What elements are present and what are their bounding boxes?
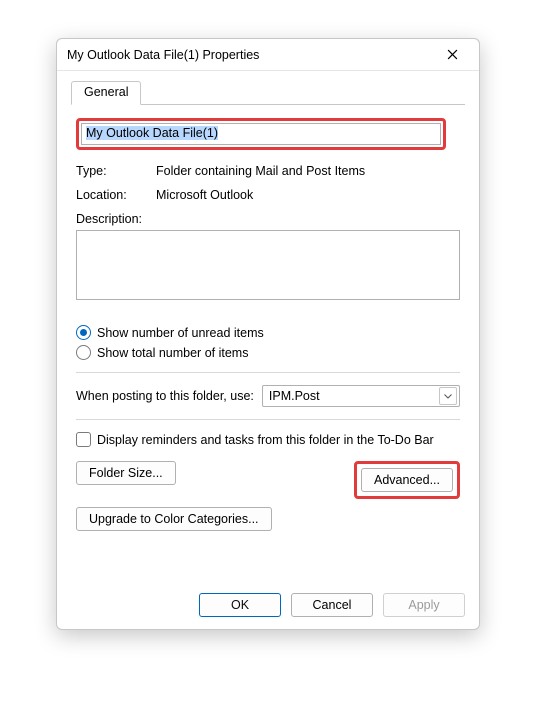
tab-page-general: My Outlook Data File(1) Type: Folder con… (71, 105, 465, 571)
apply-button[interactable]: Apply (383, 593, 465, 617)
radio-unread[interactable] (76, 325, 91, 340)
posting-label: When posting to this folder, use: (76, 389, 254, 403)
posting-form-combo[interactable]: IPM.Post (262, 385, 460, 407)
location-label: Location: (76, 188, 156, 202)
name-field-highlight: My Outlook Data File(1) (76, 118, 446, 150)
properties-dialog: My Outlook Data File(1) Properties Gener… (56, 38, 480, 630)
type-label: Type: (76, 164, 156, 178)
radio-total-label: Show total number of items (97, 346, 248, 360)
client-area: General My Outlook Data File(1) Type: Fo… (57, 71, 479, 583)
radio-unread-label: Show number of unread items (97, 326, 264, 340)
description-label: Description: (76, 212, 460, 226)
reminders-row[interactable]: Display reminders and tasks from this fo… (76, 432, 460, 447)
advanced-button-highlight: Advanced... (354, 461, 460, 499)
upgrade-categories-button[interactable]: Upgrade to Color Categories... (76, 507, 272, 531)
separator-2 (76, 419, 460, 420)
ok-button[interactable]: OK (199, 593, 281, 617)
window-title: My Outlook Data File(1) Properties (67, 48, 433, 62)
reminders-label: Display reminders and tasks from this fo… (97, 433, 434, 447)
folder-name-input[interactable]: My Outlook Data File(1) (81, 123, 441, 145)
location-value: Microsoft Outlook (156, 188, 460, 202)
dialog-footer: OK Cancel Apply (57, 583, 479, 629)
close-icon (447, 49, 458, 60)
tab-general[interactable]: General (71, 81, 141, 105)
cancel-button[interactable]: Cancel (291, 593, 373, 617)
reminders-checkbox[interactable] (76, 432, 91, 447)
description-textarea[interactable] (76, 230, 460, 300)
advanced-button[interactable]: Advanced... (361, 468, 453, 492)
radio-unread-row[interactable]: Show number of unread items (76, 325, 460, 340)
tabstrip: General (71, 81, 465, 105)
radio-total[interactable] (76, 345, 91, 360)
separator (76, 372, 460, 373)
posting-value: IPM.Post (269, 389, 439, 403)
folder-size-button[interactable]: Folder Size... (76, 461, 176, 485)
close-button[interactable] (433, 43, 471, 67)
chevron-down-icon (439, 387, 457, 405)
radio-total-row[interactable]: Show total number of items (76, 345, 460, 360)
titlebar: My Outlook Data File(1) Properties (57, 39, 479, 71)
type-value: Folder containing Mail and Post Items (156, 164, 460, 178)
